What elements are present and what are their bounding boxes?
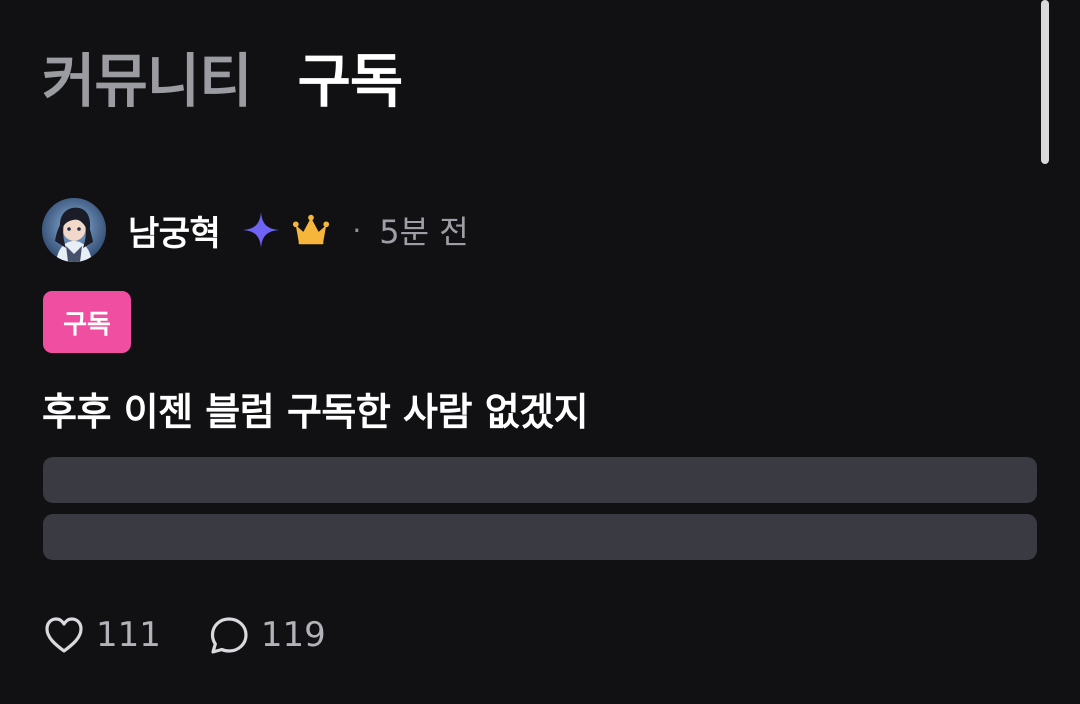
tab-community[interactable]: 커뮤니티	[42, 52, 252, 110]
like-button[interactable]: 111	[42, 613, 161, 657]
comment-button[interactable]: 119	[207, 613, 326, 657]
top-tabs: 커뮤니티 구독	[42, 52, 403, 110]
post-time: 5분 전	[379, 213, 469, 251]
post-stats: 111 119	[42, 612, 326, 658]
separator-dot: ·	[352, 213, 362, 247]
comment-icon	[207, 613, 251, 657]
tab-subscription[interactable]: 구독	[297, 52, 403, 110]
community-screen: 커뮤니티 구독 남궁혁 · 5분 전 구독 후후 이젠 블럼 구독한 사람 없겠…	[0, 0, 1080, 704]
comment-count: 119	[260, 615, 326, 655]
avatar[interactable]	[42, 198, 106, 262]
avatar-icon	[42, 198, 106, 262]
author-name[interactable]: 남궁혁	[128, 206, 221, 255]
crown-badge-icon	[292, 211, 330, 249]
category-tag[interactable]: 구독	[43, 291, 131, 353]
post-title[interactable]: 후후 이젠 블럼 구독한 사람 없겠지	[42, 381, 589, 436]
content-placeholder-line	[43, 514, 1037, 560]
content-placeholder-line	[43, 457, 1037, 503]
post-author-row: 남궁혁 · 5분 전	[42, 198, 469, 262]
sparkle-badge-icon	[242, 211, 280, 249]
heart-icon	[42, 613, 86, 657]
scrollbar[interactable]	[1041, 0, 1049, 164]
like-count: 111	[96, 615, 161, 655]
